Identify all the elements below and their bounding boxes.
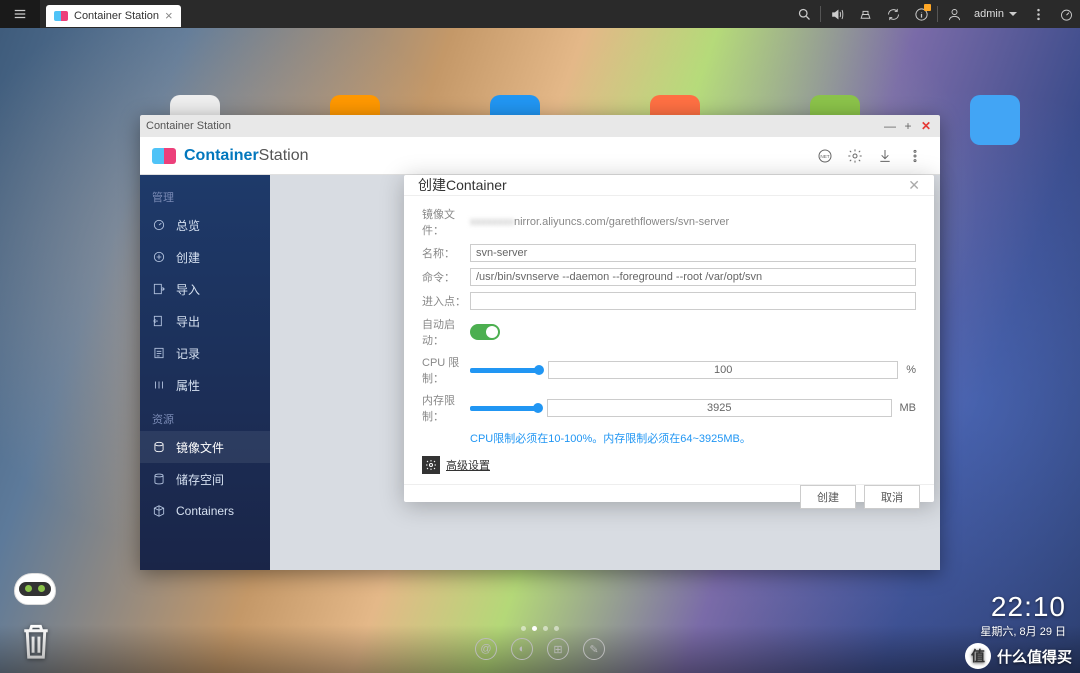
create-container-modal: 创建Container ✕ 镜像文件： xxxxxxxxnirror.aliyu… [404,175,934,502]
window-title: Container Station [146,120,231,132]
sidebar-item-preferences[interactable]: 属性 [140,369,270,401]
quick-icon-1[interactable]: @ [475,638,497,660]
info-icon[interactable] [907,0,935,28]
desktop-bottombar: @ ◐ ⊞ ✎ [0,625,1080,673]
quick-icon-4[interactable]: ✎ [583,638,605,660]
notification-badge [924,4,931,11]
modal-title-bar: 创建Container ✕ [404,175,934,196]
sidebar-item-containers[interactable]: Containers [140,495,270,527]
gear-icon [422,456,440,474]
assistant-mascot[interactable] [14,573,66,625]
name-input[interactable] [470,244,916,262]
container-station-window: Container Station — + ✕ ContainerStation… [140,115,940,570]
cpu-unit: % [906,364,916,376]
app-header: ContainerStation NET [140,137,940,175]
more-options-icon[interactable] [902,143,928,169]
taskbar-tab[interactable]: Container Station × [46,5,181,27]
cpu-slider[interactable] [470,368,540,373]
system-topbar: Container Station × admin [0,0,1080,28]
sidebar-item-log[interactable]: 记录 [140,337,270,369]
sidebar-item-export[interactable]: 导出 [140,305,270,337]
watermark-badge: 值 [965,643,991,669]
container-station-logo [152,148,176,164]
memory-slider[interactable] [470,406,539,411]
label-memory: 内存限制： [422,392,470,424]
sidebar-item-overview[interactable]: 总览 [140,209,270,241]
close-icon[interactable]: × [165,8,173,23]
autostart-toggle[interactable] [470,324,500,340]
command-input[interactable] [470,268,916,286]
modal-title: 创建Container [418,175,507,195]
advanced-settings-link[interactable]: 高级设置 [422,456,916,474]
more-icon[interactable] [1024,0,1052,28]
quick-icons: @ ◐ ⊞ ✎ [475,638,605,660]
cancel-button[interactable]: 取消 [864,485,920,509]
main-content: ☁提取 🗑 ⬇ ↗ ✕ 创建Container ✕ 镜像文件： xxxxxxxx… [270,175,940,570]
modal-footer: 创建 取消 [404,484,934,509]
quick-icon-2[interactable]: ◐ [511,638,533,660]
sidebar-item-create[interactable]: 创建 [140,241,270,273]
sidebar: 管理 总览 创建 导入 导出 记录 属性 资源 镜像文件 储存空间 Contai… [140,175,270,570]
backup-icon[interactable] [851,0,879,28]
label-command: 命令： [422,269,470,285]
sidebar-item-import[interactable]: 导入 [140,273,270,305]
admin-menu[interactable]: admin [968,8,1024,20]
entrypoint-input[interactable] [470,292,916,310]
label-entrypoint: 进入点： [422,293,470,309]
download-icon[interactable] [872,143,898,169]
watermark: 值 什么值得买 [965,643,1072,669]
tab-title: Container Station [74,10,159,22]
maximize-button[interactable]: + [900,118,916,134]
search-button[interactable] [790,0,818,28]
sidebar-item-images[interactable]: 镜像文件 [140,431,270,463]
quick-icon-3[interactable]: ⊞ [547,638,569,660]
desktop-clock: 22:10 星期六, 8月 29 日 [980,591,1066,639]
window-titlebar[interactable]: Container Station — + ✕ [140,115,940,137]
network-icon[interactable]: NET [812,143,838,169]
label-name: 名称： [422,245,470,261]
dashboard-icon[interactable] [1052,0,1080,28]
watermark-text: 什么值得买 [997,646,1072,667]
memory-unit: MB [900,402,917,414]
sidebar-item-volumes[interactable]: 储存空间 [140,463,270,495]
close-button[interactable]: ✕ [918,118,934,134]
user-icon[interactable] [940,0,968,28]
admin-label: admin [974,8,1004,20]
svg-text:NET: NET [820,154,829,159]
label-autostart: 自动启动： [422,316,470,348]
volume-icon[interactable] [823,0,851,28]
sidebar-group-manage: 管理 [140,179,270,209]
label-image: 镜像文件： [422,206,470,238]
label-cpu: CPU 限制： [422,354,470,386]
chevron-down-icon [1008,9,1018,19]
minimize-button[interactable]: — [882,118,898,134]
settings-icon[interactable] [842,143,868,169]
advanced-label: 高级设置 [446,457,490,473]
memory-input[interactable] [547,399,892,417]
sync-icon[interactable] [879,0,907,28]
app-icon [54,11,68,21]
limits-hint: CPU限制必须在10-100%。内存限制必须在64~3925MB。 [470,430,916,446]
clock-date: 星期六, 8月 29 日 [980,623,1066,639]
app-brand: ContainerStation [184,147,308,165]
create-button[interactable]: 创建 [800,485,856,509]
modal-close-icon[interactable]: ✕ [908,177,920,194]
desktop-pager[interactable] [521,626,559,631]
cpu-input[interactable] [548,361,898,379]
sidebar-group-resource: 资源 [140,401,270,431]
image-source: xxxxxxxxnirror.aliyuncs.com/garethflower… [470,216,916,228]
main-menu-button[interactable] [0,0,40,28]
clock-time: 22:10 [980,591,1066,623]
